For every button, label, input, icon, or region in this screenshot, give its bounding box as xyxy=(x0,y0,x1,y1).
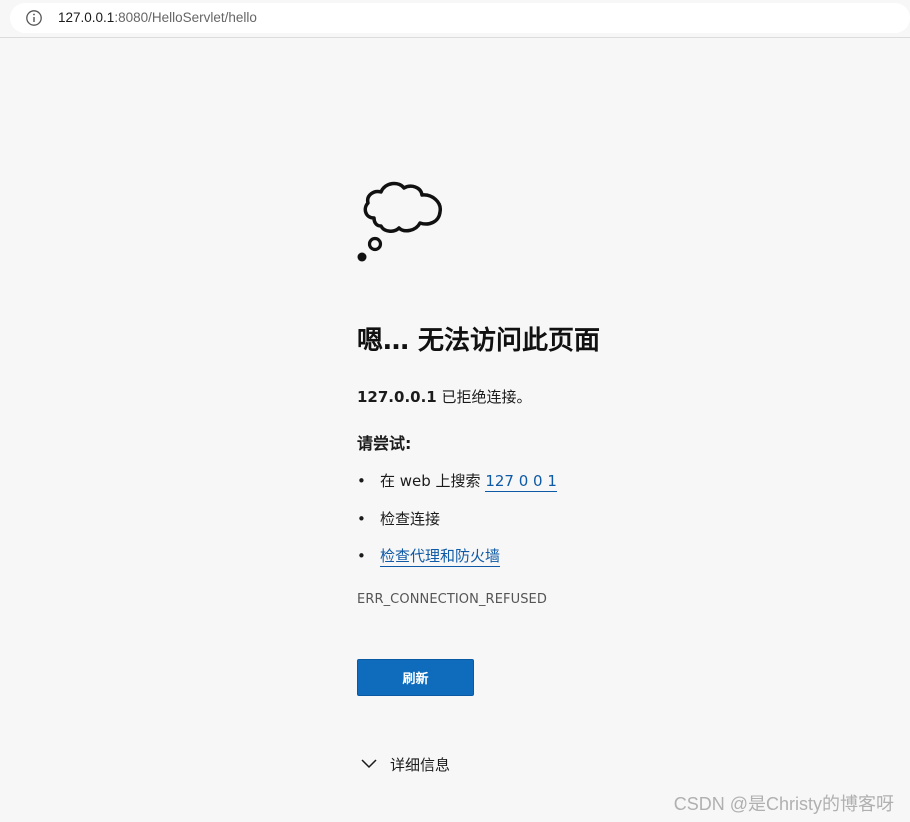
error-code: ERR_CONNECTION_REFUSED xyxy=(357,592,547,607)
suggestion-search: • 在 web 上搜索 127 0 0 1 xyxy=(357,470,557,492)
details-toggle[interactable]: 详细信息 xyxy=(360,753,450,775)
bullet: • xyxy=(357,547,366,565)
url-host: 127.0.0.1 xyxy=(58,10,115,25)
refused-message: 127.0.0.1 已拒绝连接。 xyxy=(357,386,532,407)
page-title: 嗯… 无法访问此页面 xyxy=(357,326,601,356)
bullet: • xyxy=(357,510,366,528)
refresh-button[interactable]: 刷新 xyxy=(357,659,474,696)
search-web-link[interactable]: 127 0 0 1 xyxy=(485,472,557,492)
suggestion-text: 在 web 上搜索 xyxy=(380,472,486,490)
thought-cloud-icon xyxy=(357,181,442,262)
proxy-firewall-link[interactable]: 检查代理和防火墙 xyxy=(380,547,501,567)
try-heading: 请尝试: xyxy=(357,434,412,453)
address-bar: 127.0.0.1:8080/HelloServlet/hello xyxy=(0,0,910,38)
suggestion-text: 检查连接 xyxy=(380,510,441,528)
refused-host: 127.0.0.1 xyxy=(357,388,437,406)
refused-text: 已拒绝连接。 xyxy=(436,388,532,406)
url-text[interactable]: 127.0.0.1:8080/HelloServlet/hello xyxy=(58,10,257,25)
info-icon[interactable] xyxy=(25,9,43,27)
url-path: :8080/HelloServlet/hello xyxy=(114,10,257,25)
details-label: 详细信息 xyxy=(390,755,451,774)
watermark: CSDN @是Christy的博客呀 xyxy=(673,794,894,814)
chevron-down-icon xyxy=(361,759,377,769)
bullet: • xyxy=(357,472,366,490)
suggestion-proxy-firewall: • 检查代理和防火墙 xyxy=(357,545,501,567)
suggestion-check-connection: • 检查连接 xyxy=(357,508,440,529)
